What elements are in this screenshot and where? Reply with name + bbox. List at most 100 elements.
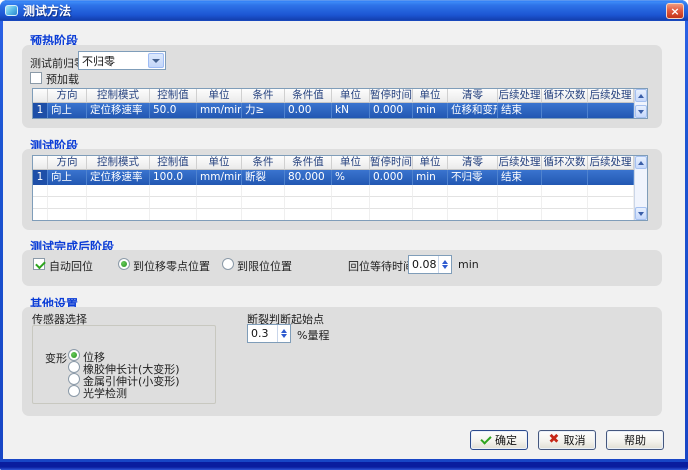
break-judge-start-value: 0.3 [248,325,277,342]
table-cell [332,185,370,197]
table-cell: 结束 [498,103,542,118]
table-cell [48,209,87,221]
help-button-label: 帮助 [624,432,646,448]
preload-checkbox[interactable] [30,72,42,84]
table-cell [87,209,150,221]
test-table[interactable]: 方向控制模式控制值单位条件条件值单位暂停时间单位清零后续处理循环次数后续处理1向… [32,155,648,221]
table-row-selected[interactable]: 1向上定位移速率100.0mm/min断裂80.000%0.000min不归零结… [33,170,634,185]
table-cell [150,185,197,197]
check-icon [35,259,46,270]
to-displacement-zero-radio[interactable] [118,258,130,270]
scroll-up-button[interactable] [635,156,647,169]
auto-return-checkbox[interactable] [33,258,45,270]
table-cell: 后续处理 [498,89,542,103]
table-row-empty[interactable] [33,197,634,209]
table-cell [285,209,332,221]
deform-radio-rubber-extensometer[interactable] [68,361,80,373]
table-header-row[interactable]: 方向控制模式控制值单位条件条件值单位暂停时间单位清零后续处理循环次数后续处理 [33,89,634,103]
table-cell: 位移和变形归 [448,103,498,118]
table-cell: 方向 [48,156,87,170]
window-title: 测试方法 [23,2,71,19]
preheat-table[interactable]: 方向控制模式控制值单位条件条件值单位暂停时间单位清零后续处理循环次数后续处理1向… [32,88,648,119]
close-button[interactable]: × [666,3,684,19]
table-cell [448,185,498,197]
arrow-down-icon [638,110,644,114]
spinner-buttons[interactable] [438,256,451,273]
titlebar[interactable]: 测试方法 × [0,0,688,21]
deform-label: 变形 [45,350,67,366]
table-cell [33,156,48,170]
table-cell [242,197,285,209]
table-cell: 控制值 [150,89,197,103]
arrow-down-icon [281,334,287,338]
table-cell: 清零 [448,89,498,103]
return-wait-time-label: 回位等待时间 [348,258,414,274]
table-row-empty[interactable] [33,185,634,197]
table-cell [48,197,87,209]
table-cell [588,185,634,197]
cancel-button-label: 取消 [563,432,585,448]
table-cell [542,185,588,197]
table-cell: 后续处理 [498,156,542,170]
table-cell: min [413,103,448,118]
table-cell [150,209,197,221]
table-cell [33,197,48,209]
to-limit-position-label: 到限位位置 [237,258,292,274]
deform-radio-optical[interactable] [68,385,80,397]
x-icon: ✖ [549,435,560,445]
scroll-up-button[interactable] [635,89,647,102]
deform-radio-displacement[interactable] [68,349,80,361]
test-method-dialog: 测试方法 × 预热阶段 测试前归零 不归零 预加载 方向控制模式控制值单位条件条… [0,0,688,470]
return-wait-time-value: 0.08 [409,256,438,273]
table-cell [242,209,285,221]
table-cell [370,185,413,197]
table-cell: 方向 [48,89,87,103]
scroll-down-button[interactable] [635,105,647,118]
table-cell: % [332,170,370,185]
table-cell [498,197,542,209]
table-cell: 结束 [498,170,542,185]
table-cell [33,209,48,221]
table-cell: 条件 [242,89,285,103]
return-wait-time-spinner[interactable]: 0.08 [408,255,452,274]
deform-radio-metal-extensometer[interactable] [68,373,80,385]
help-button[interactable]: 帮助 [606,430,664,450]
table-cell: 条件值 [285,156,332,170]
table-cell [370,209,413,221]
radio-dot-icon [121,261,127,267]
test-table-scrollbar[interactable] [634,156,647,220]
table-cell: 单位 [332,156,370,170]
combo-dropdown-button[interactable] [148,53,164,68]
arrow-down-icon [638,212,644,216]
table-cell: 1 [33,170,48,185]
table-row-empty[interactable] [33,209,634,221]
table-cell: mm/min [197,170,242,185]
to-limit-position-radio[interactable] [222,258,234,270]
table-cell: 单位 [197,156,242,170]
table-cell: 50.0 [150,103,197,118]
zero-before-test-select[interactable]: 不归零 [78,51,166,70]
ok-button[interactable]: 确定 [470,430,528,450]
table-cell [498,185,542,197]
table-cell: 定位移速率 [87,170,150,185]
table-cell [285,185,332,197]
table-cell [498,209,542,221]
app-icon [5,5,18,16]
table-cell: 清零 [448,156,498,170]
table-cell [242,185,285,197]
table-header-row[interactable]: 方向控制模式控制值单位条件条件值单位暂停时间单位清零后续处理循环次数后续处理 [33,156,634,170]
table-cell: 控制值 [150,156,197,170]
table-cell: 控制模式 [87,89,150,103]
spinner-buttons[interactable] [277,325,290,342]
table-cell [197,197,242,209]
preheat-table-scrollbar[interactable] [634,89,647,118]
table-cell: 力≥ [242,103,285,118]
break-judge-start-spinner[interactable]: 0.3 [247,324,291,343]
scroll-down-button[interactable] [635,207,647,220]
table-cell [542,197,588,209]
table-row-selected[interactable]: 1向上定位移速率50.0mm/min力≥0.00kN0.000min位移和变形归… [33,103,634,118]
table-cell: 1 [33,103,48,118]
cancel-button[interactable]: ✖ 取消 [538,430,596,450]
table-cell: 断裂 [242,170,285,185]
table-cell [48,185,87,197]
